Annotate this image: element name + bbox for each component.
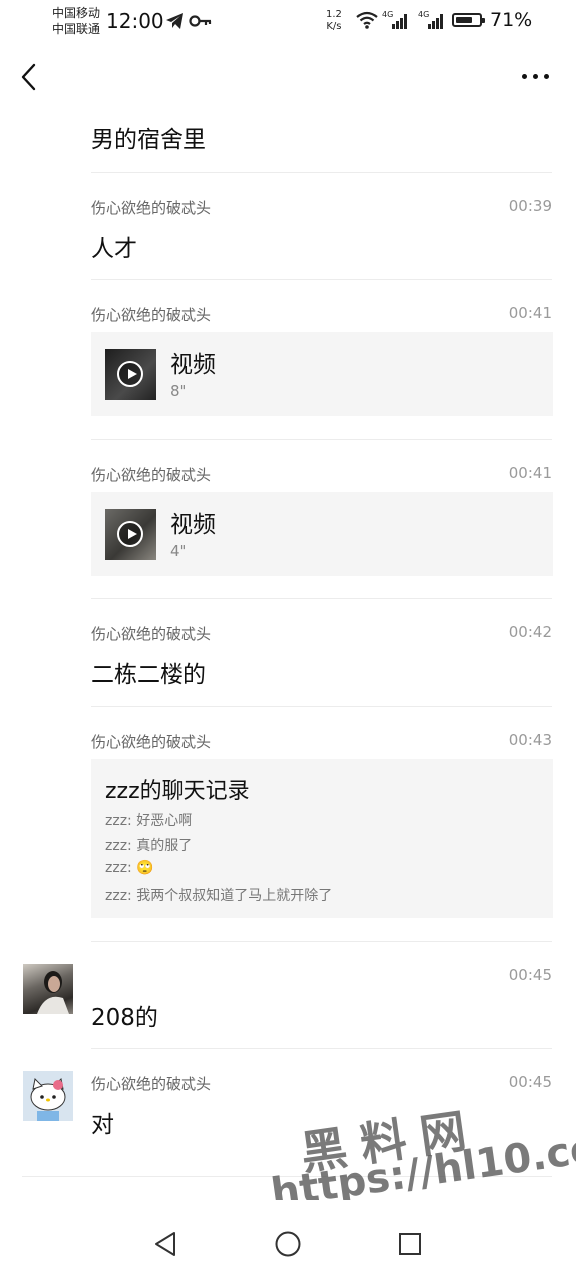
message-text: 男的宿舍里 [91,127,206,153]
sender-name: 伤心欲绝的破忒头 [91,466,212,484]
message-time: 00:42 [508,623,552,641]
message-item[interactable]: 伤心欲绝的破忒头 00:41 视频 8" [0,280,576,440]
chat-record-line: zzz: 好恶心啊 [105,813,193,829]
network-speed-unit: K/s [326,21,342,32]
status-bar: 中国移动 中国联通 12:00 1.2 K/s 4G 4G 71% [0,0,576,44]
message-text: 208的 [91,1005,158,1031]
carrier-labels: 中国移动 中国联通 [52,5,100,37]
top-nav-bar [0,44,576,110]
back-triangle-icon[interactable] [153,1231,177,1257]
carrier-2: 中国联通 [52,22,101,36]
video-title: 视频 [170,352,216,378]
message-time: 00:43 [508,731,552,749]
hello-kitty-avatar [30,1077,66,1121]
avatar[interactable] [23,1071,73,1121]
video-duration: 8" [170,382,187,400]
clock: 12:00 [106,9,164,33]
video-card[interactable]: 视频 4" [91,492,553,576]
message-item[interactable]: 男的宿舍里 [0,110,576,173]
wifi-icon [356,11,378,29]
message-time: 00:39 [508,197,552,215]
message-time: 00:41 [508,304,552,322]
avatar[interactable] [23,964,73,1014]
signal-2-label: 4G [418,10,430,19]
recents-square-icon[interactable] [398,1231,422,1257]
battery-icon [452,13,485,27]
carrier-1: 中国移动 [52,6,101,20]
video-title: 视频 [170,512,216,538]
message-item[interactable]: 伤心欲绝的破忒头 00:42 二栋二楼的 [0,599,576,707]
telegram-icon [166,13,183,29]
sender-name: 伤心欲绝的破忒头 [91,306,212,324]
network-speed-value: 1.2 [326,9,342,20]
play-icon [117,521,143,547]
home-circle-icon[interactable] [275,1231,301,1257]
avatar-photo [37,971,69,1014]
sender-name: 伤心欲绝的破忒头 [91,199,212,217]
battery-percent: 71% [490,9,533,31]
video-card[interactable]: 视频 8" [91,332,553,416]
message-time: 00:41 [508,464,552,482]
chat-record-card[interactable]: zzz的聊天记录 zzz: 好恶心啊 zzz: 真的服了 zzz: 🙄 zzz:… [91,759,553,918]
chat-record-line: zzz: 真的服了 [105,838,193,854]
signal-1-label: 4G [382,10,394,19]
message-text: 二栋二楼的 [91,662,206,688]
message-item[interactable]: 伤心欲绝的破忒头 00:39 人才 [0,173,576,280]
message-text: 对 [91,1112,114,1138]
play-icon [117,361,143,387]
signal-icon-2: 4G [418,11,446,31]
message-item[interactable]: 00:45 208的 [0,942,576,1049]
video-thumbnail [105,349,156,400]
chevron-left-icon[interactable] [18,63,40,91]
sender-name: 伤心欲绝的破忒头 [91,625,212,643]
key-icon [189,15,212,27]
chat-record-line: zzz: 🙄 [105,860,154,876]
video-thumbnail [105,509,156,560]
network-speed: 1.2 K/s [326,9,342,33]
battery-fill [456,17,472,23]
more-dots-icon[interactable] [520,70,552,84]
sender-name: 伤心欲绝的破忒头 [91,733,212,751]
message-item[interactable]: 伤心欲绝的破忒头 00:43 zzz的聊天记录 zzz: 好恶心啊 zzz: 真… [0,707,576,942]
message-item[interactable]: 伤心欲绝的破忒头 00:41 视频 4" [0,440,576,599]
chat-record-title: zzz的聊天记录 [105,779,250,804]
system-nav-bar [0,1200,576,1280]
message-text: 人才 [91,236,137,262]
signal-icon-1: 4G [382,11,410,31]
chat-record-line: zzz: 我两个叔叔知道了马上就开除了 [105,888,333,904]
message-time: 00:45 [508,966,552,984]
video-duration: 4" [170,542,187,560]
message-time: 00:45 [508,1073,552,1091]
sender-name: 伤心欲绝的破忒头 [91,1075,212,1093]
